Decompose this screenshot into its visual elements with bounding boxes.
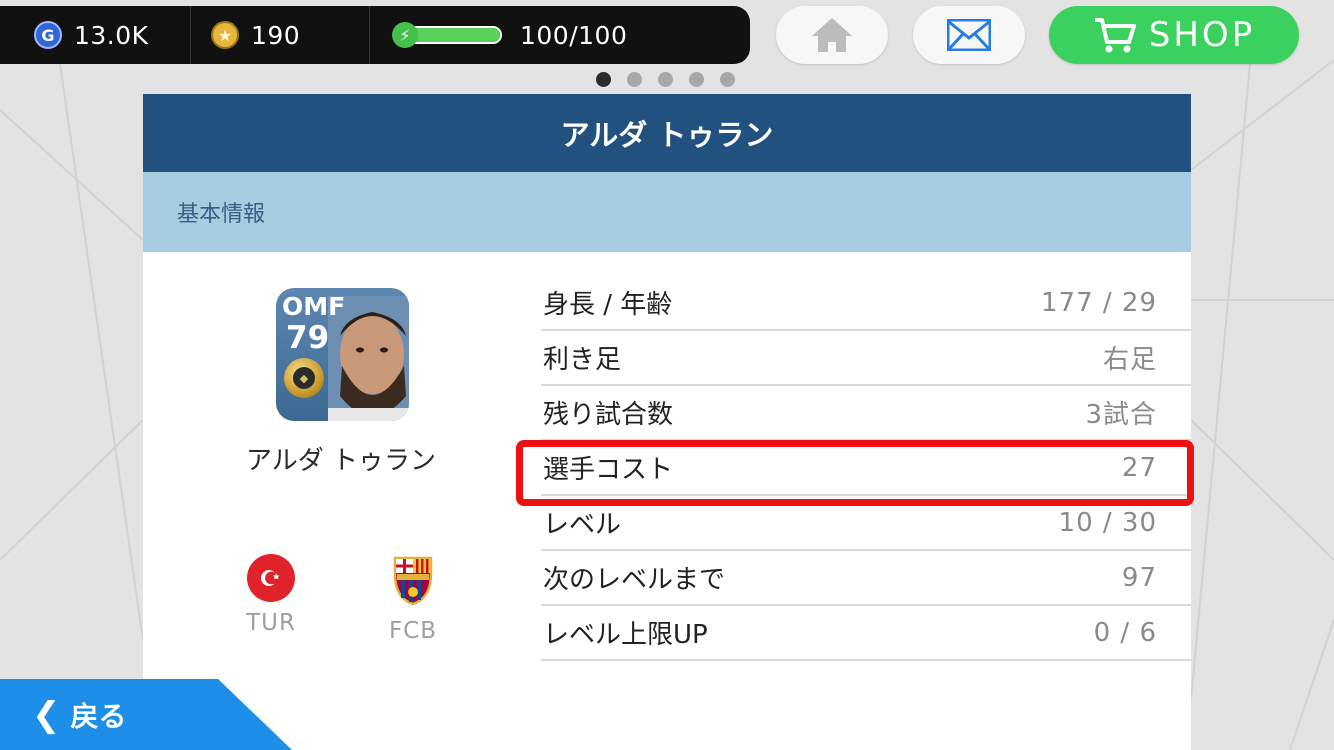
energy-text: 100/100 [520,20,628,50]
stat-label: レベル上限UP [543,620,708,650]
coin-amount: 190 [251,20,301,50]
club-code: FCB [388,618,438,644]
stat-label: 残り試合数 [543,400,674,430]
gp-coin-icon: G [34,21,62,49]
stat-row: 選手コスト 27 [541,441,1191,496]
stat-label: 身長 / 年齢 [543,290,673,320]
shop-label: SHOP [1148,15,1256,55]
energy-bar-fill [410,28,500,42]
stat-label: 利き足 [543,345,622,375]
turkey-flag-icon [247,554,295,602]
mail-button[interactable] [913,6,1025,64]
stat-value: 0 / 6 [1093,617,1157,648]
player-name: アルダ トゥラン [245,446,436,476]
player-position: OMF [282,292,346,321]
energy-meter: ⚡ 100/100 [370,6,627,64]
player-stats-list: 身長 / 年齢 177 / 29 利き足 右足残り試合数 3試合選手コスト 27 レベル 10… [541,276,1191,661]
page-dot [596,72,611,87]
home-icon [812,18,852,52]
stat-label: レベル [543,510,622,540]
section-label: 基本情報 [177,202,266,227]
card-title: アルダ トゥラン [143,94,1191,172]
club: FCB [373,554,453,644]
energy-bar [408,26,502,44]
back-label: 戻る [70,699,127,733]
page-dot [658,72,673,87]
stat-row: レベル上限UP 0 / 6 [541,606,1191,661]
stat-value: 27 [1121,452,1157,483]
nation-code: TUR [246,610,296,636]
nationality: TUR [231,554,311,636]
page-dot [720,72,735,87]
stat-row: 身長 / 年齢 177 / 29 [541,276,1191,331]
home-button[interactable] [776,6,888,64]
shop-button[interactable]: SHOP [1049,6,1299,64]
player-rating: 79 [286,320,330,356]
gp-counter: G 13.0K [0,6,190,64]
mail-icon [947,19,991,51]
page-dot [627,72,642,87]
player-card-thumbnail[interactable]: OMF 79 ◆ [276,288,409,421]
stat-row: 利き足 右足 [541,331,1191,386]
stat-row: レベル 10 / 30 [541,496,1191,551]
gp-amount: 13.0K [74,20,149,50]
stat-value: 右足 [1102,345,1157,375]
star-coin-icon: ★ [211,21,239,49]
resource-status-bar: G 13.0K ★ 190 ⚡ 100/100 [0,6,750,64]
stat-row: 残り試合数 3試合 [541,386,1191,441]
stat-row: 次のレベルまで 97 [541,551,1191,606]
stat-value: 97 [1121,562,1157,593]
player-detail-card: アルダ トゥラン 基本情報 OMF 79 ◆ アルダ トゥラン TUR FCB … [143,94,1191,750]
page-indicator [596,72,735,87]
coin-counter: ★ 190 [191,6,369,64]
stat-value: 3試合 [1085,400,1157,430]
page-dot [689,72,704,87]
chevron-left-icon: ❮ [32,694,61,735]
section-basic-info: 基本情報 [143,172,1191,252]
gold-ball-badge-icon: ◆ [284,358,324,398]
stat-value: 10 / 30 [1058,507,1157,538]
stat-label: 次のレベルまで [543,565,726,595]
cart-icon [1094,18,1136,53]
stat-label: 選手コスト [543,455,674,485]
stat-value: 177 / 29 [1041,287,1157,318]
lightning-icon: ⚡ [392,22,418,48]
fc-barcelona-crest-icon [393,556,433,606]
